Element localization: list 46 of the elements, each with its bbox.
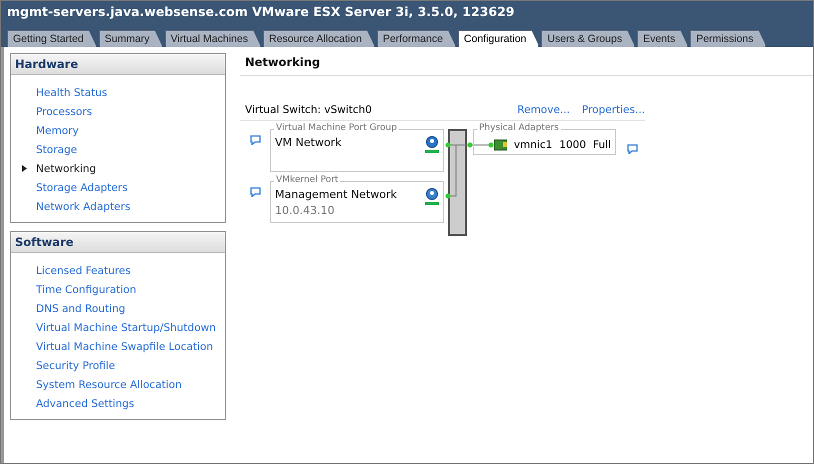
tab[interactable]: Configuration <box>458 30 540 47</box>
tab[interactable]: Performance <box>376 30 456 47</box>
ip-address: 10.0.43.10 <box>275 204 336 217</box>
tab[interactable]: Events <box>637 30 688 47</box>
sidebar-link[interactable]: Virtual Machine Startup/Shutdown <box>36 322 216 334</box>
sidebar-link[interactable]: Networking <box>36 162 96 174</box>
sidebar-link[interactable]: Virtual Machine Swapfile Location <box>36 340 214 352</box>
adapter-speed: 1000 <box>559 139 586 151</box>
sidebar-link[interactable]: Network Adapters <box>36 200 130 212</box>
group-type-label: VMkernel Port <box>274 175 340 185</box>
tab[interactable]: Virtual Machines <box>164 30 261 47</box>
port-group-name: Management Network <box>275 188 397 201</box>
sidebar-link[interactable]: Security Profile <box>36 360 116 372</box>
switch-label: Virtual Switch: vSwitch0 <box>245 104 372 116</box>
tab[interactable]: Users & Groups <box>541 30 636 47</box>
sidebar-link[interactable]: System Resource Allocation <box>36 378 182 390</box>
sidebar-link[interactable]: Licensed Features <box>36 264 131 276</box>
section-header: Networking <box>240 53 813 76</box>
adapter-name: vmnic1 <box>514 139 552 151</box>
tab[interactable]: Permissions <box>690 30 766 47</box>
vm-network-icon <box>425 136 439 153</box>
network-card-icon <box>494 139 507 151</box>
sidebar-link[interactable]: Memory <box>36 124 79 136</box>
comment-icon[interactable] <box>627 144 638 154</box>
sidebar-link[interactable]: Storage Adapters <box>36 182 128 194</box>
port-group-name: VM Network <box>275 136 342 149</box>
sidebar-link[interactable]: Storage <box>36 144 78 156</box>
adapter-duplex: Full <box>593 139 611 151</box>
comment-icon[interactable] <box>250 135 261 145</box>
sidebar-link[interactable]: DNS and Routing <box>36 302 126 314</box>
group-type-label: Virtual Machine Port Group <box>274 123 399 133</box>
sidebar-link[interactable]: Time Configuration <box>36 284 136 296</box>
section-header: Hardware <box>11 54 225 75</box>
window-title: mgmt-servers.java.websense.com VMware ESX Server 3i, 3.5.0, 123629 <box>7 4 514 19</box>
group-type-label: Physical Adapters <box>477 123 561 133</box>
tab[interactable]: Getting Started <box>7 30 97 47</box>
action-link[interactable]: Properties... <box>582 104 645 116</box>
sidebar-link[interactable]: Health Status <box>36 86 108 98</box>
action-link[interactable]: Remove... <box>517 104 570 116</box>
section-header: Software <box>11 232 225 253</box>
tab[interactable]: Resource Allocation <box>263 30 375 47</box>
comment-icon[interactable] <box>250 187 261 197</box>
tab[interactable]: Summary <box>98 30 163 47</box>
kernel-port-icon <box>425 188 439 205</box>
sidebar-link[interactable]: Advanced Settings <box>36 398 134 410</box>
sidebar-link[interactable]: Processors <box>36 106 92 118</box>
